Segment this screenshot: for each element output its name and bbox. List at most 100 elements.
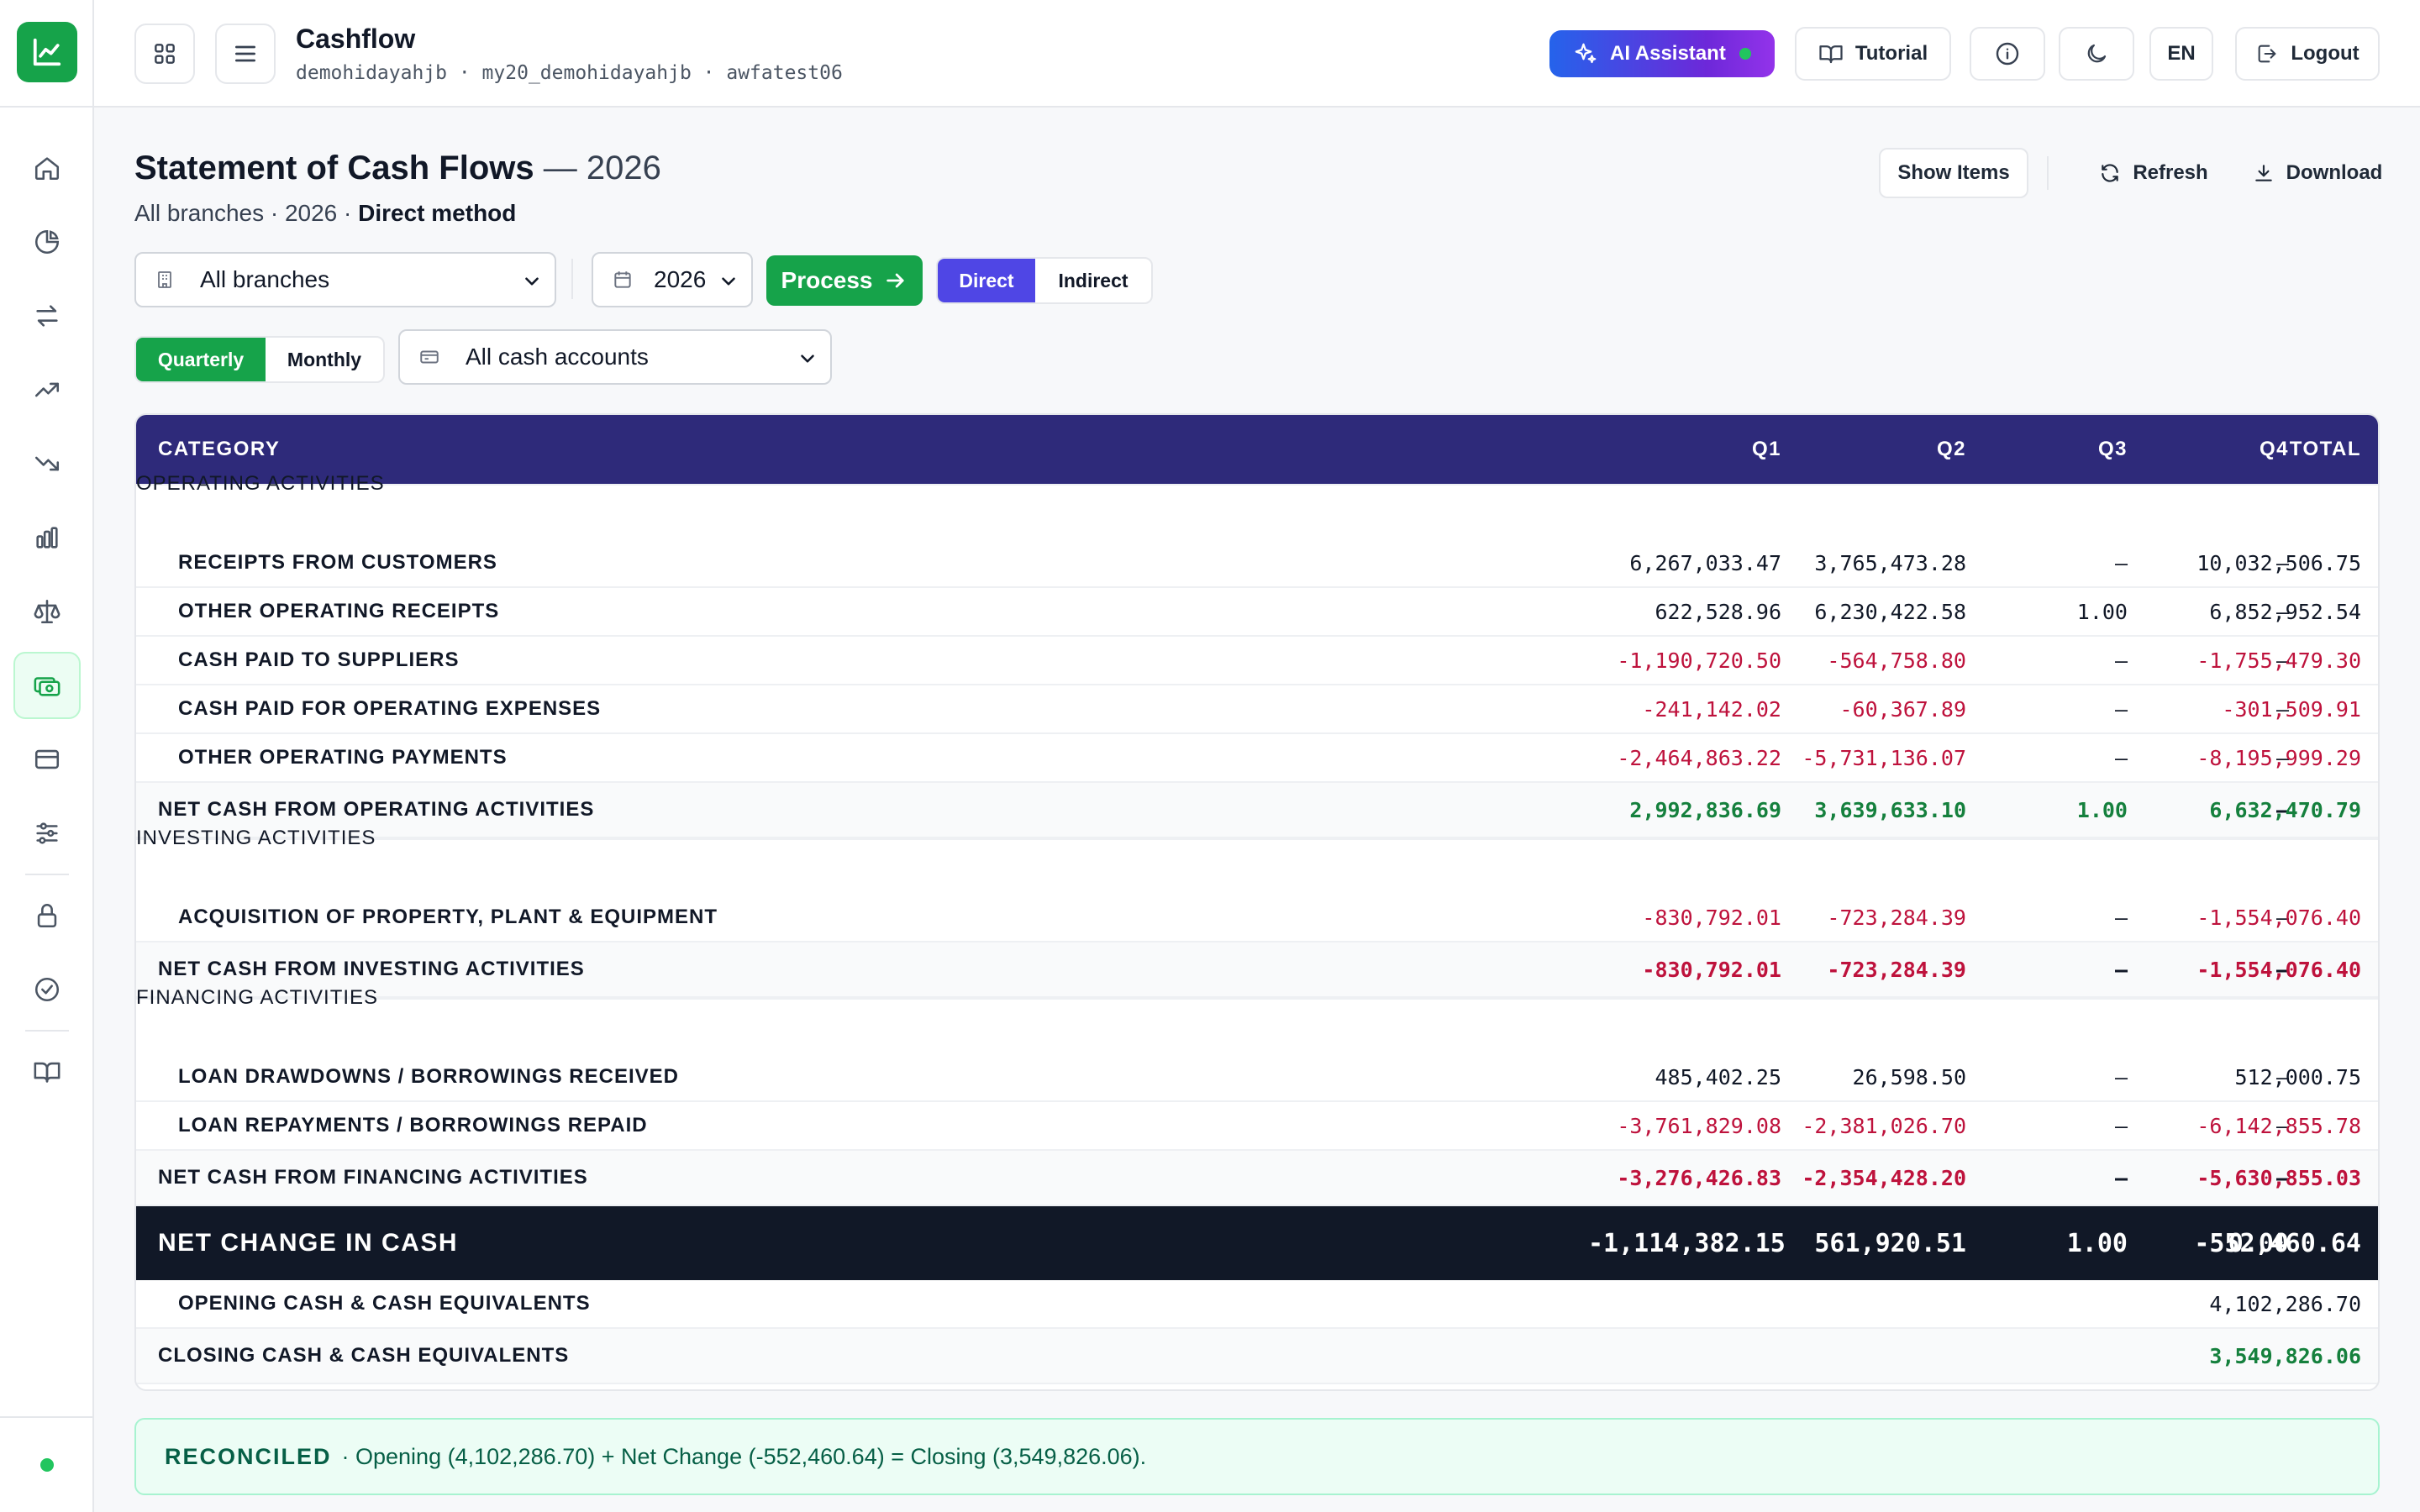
nav-balance[interactable]	[13, 578, 81, 645]
nav-income[interactable]	[13, 356, 81, 423]
row-label: CASH PAID FOR OPERATING EXPENSES	[178, 697, 602, 720]
nav-transfers[interactable]	[13, 282, 81, 349]
row-label: OTHER OPERATING PAYMENTS	[178, 746, 508, 769]
cell-q1: 622,528.96	[1655, 599, 1781, 624]
building-icon	[158, 271, 171, 288]
cell-q1: 6,267,033.47	[1629, 550, 1781, 575]
sidebar	[0, 0, 94, 1512]
page-subtitle: All branches · 2026 · Direct method	[134, 200, 516, 227]
col-q1: Q1	[1751, 438, 1781, 460]
tutorial-button[interactable]: Tutorial	[1795, 27, 1951, 81]
show-items-button[interactable]: Show Items	[1879, 148, 2028, 198]
subtotal-row: CLOSING CASH & CASH EQUIVALENTS 3,549,826…	[136, 1329, 2378, 1384]
nav-payments[interactable]	[13, 726, 81, 793]
branch-select[interactable]: All branches	[134, 252, 556, 307]
row-label: LOAN REPAYMENTS / BORROWINGS REPAID	[178, 1114, 648, 1137]
period-monthly[interactable]: Monthly	[266, 338, 383, 381]
process-label: Process	[781, 267, 873, 293]
nav-approvals[interactable]	[13, 956, 81, 1023]
period-quarterly[interactable]: Quarterly	[136, 338, 266, 381]
table-row: LOAN REPAYMENTS / BORROWINGS REPAID -3,76…	[136, 1102, 2378, 1151]
cell-total: 6,852,952.54	[2209, 599, 2361, 624]
scale-icon	[34, 599, 60, 624]
cell-q1: -1,114,382.15	[1588, 1228, 1786, 1258]
nav-docs[interactable]	[13, 1038, 81, 1105]
table-row: OTHER OPERATING RECEIPTS 622,528.96 6,230,…	[136, 588, 2378, 637]
apps-button[interactable]	[134, 24, 195, 84]
row-label: NET CASH FROM FINANCING ACTIVITIES	[158, 1166, 588, 1189]
hamburger-icon	[235, 45, 255, 62]
workspace-breadcrumb: demohidayahjb · my20_demohidayahjb · awf…	[296, 62, 843, 84]
section-row: OPERATING ACTIVITIES	[136, 472, 2378, 495]
menu-button[interactable]	[215, 24, 276, 84]
row-label: NET CHANGE IN CASH	[158, 1229, 459, 1257]
divider	[571, 259, 573, 299]
logout-label: Logout	[2291, 42, 2360, 65]
nav-home[interactable]	[13, 134, 81, 202]
ai-assistant-button[interactable]: AI Assistant	[1549, 30, 1775, 77]
tutorial-label: Tutorial	[1854, 42, 1928, 65]
cash-account-select[interactable]: All cash accounts	[398, 329, 832, 385]
reconciliation-banner: RECONCILED · Opening (4,102,286.70) + Ne…	[134, 1418, 2380, 1495]
divider	[25, 1030, 69, 1032]
row-label: INVESTING ACTIVITIES	[136, 827, 376, 849]
page-title: Statement of Cash Flows — 2026	[134, 150, 661, 187]
app-logo[interactable]	[17, 22, 77, 82]
chevron-down-icon	[801, 354, 814, 363]
refresh-button[interactable]: Refresh	[2075, 148, 2232, 198]
table-row: RECEIPTS FROM CUSTOMERS 6,267,033.47 3,765…	[136, 539, 2378, 588]
row-label: RECEIPTS FROM CUSTOMERS	[178, 551, 497, 574]
method-toggle: Direct Indirect	[936, 257, 1153, 304]
cell-q1: 485,402.25	[1655, 1064, 1781, 1089]
nav-cashflow[interactable]	[13, 652, 81, 719]
row-label: NET CASH FROM OPERATING ACTIVITIES	[158, 798, 595, 821]
app-title: Cashflow	[296, 24, 416, 54]
subtitle-method: Direct method	[358, 200, 517, 226]
nav-settings[interactable]	[13, 800, 81, 867]
cell-total: 10,032,506.75	[2196, 550, 2361, 575]
theme-toggle-button[interactable]	[2059, 27, 2134, 81]
branch-select-value: All branches	[200, 266, 330, 292]
reconciliation-status: RECONCILED	[165, 1443, 332, 1469]
method-direct[interactable]: Direct	[938, 259, 1035, 302]
moon-icon	[2087, 44, 2107, 63]
home-icon	[34, 157, 60, 181]
nav-analytics[interactable]	[13, 504, 81, 571]
nav-expenses[interactable]	[13, 430, 81, 497]
subtitle-scope: All branches · 2026 ·	[134, 200, 352, 226]
nav-security[interactable]	[13, 882, 81, 949]
method-indirect[interactable]: Indirect	[1035, 259, 1151, 302]
year-select[interactable]: 2026	[592, 252, 753, 307]
reconciliation-text: · Opening (4,102,286.70) + Net Change (-…	[341, 1443, 1147, 1469]
row-label: CASH PAID TO SUPPLIERS	[178, 648, 460, 671]
logout-button[interactable]: Logout	[2235, 27, 2380, 81]
divider	[25, 874, 69, 875]
section-row: FINANCING ACTIVITIES	[136, 986, 2378, 1009]
online-status-dot	[40, 1458, 54, 1472]
arrow-right-icon	[886, 273, 905, 288]
cell-total: -6,142,855.78	[2196, 1113, 2361, 1138]
cell-q1: -3,761,829.08	[1617, 1113, 1781, 1138]
period-toggle: Quarterly Monthly	[134, 336, 385, 383]
cell-total: 512,000.75	[2234, 1064, 2361, 1089]
download-button[interactable]: Download	[2228, 148, 2407, 198]
sparkles-icon	[1575, 43, 1597, 64]
row-label: CLOSING CASH & CASH EQUIVALENTS	[158, 1344, 570, 1367]
lock-icon	[37, 904, 57, 928]
language-button[interactable]: EN	[2149, 27, 2213, 81]
cell-total: 3,549,826.06	[2209, 1343, 2361, 1368]
table-header: CATEGORY Q1 Q2 Q3 Q4 TOTAL	[136, 415, 2378, 484]
col-total: TOTAL	[2289, 438, 2361, 460]
cell-total: -1,554,076.40	[2196, 905, 2361, 930]
refresh-label: Refresh	[2133, 161, 2208, 184]
nav-reports[interactable]	[13, 208, 81, 276]
row-label: FINANCING ACTIVITIES	[136, 986, 379, 1009]
info-button[interactable]	[1970, 27, 2045, 81]
sliders-icon	[36, 822, 58, 844]
bar-chart-icon	[36, 527, 58, 549]
transfer-icon	[36, 305, 58, 327]
check-circle-icon	[34, 977, 60, 1002]
trending-down-icon	[34, 456, 60, 471]
process-button[interactable]: Process	[766, 255, 923, 306]
cell-q1: -830,792.01	[1642, 957, 1781, 982]
